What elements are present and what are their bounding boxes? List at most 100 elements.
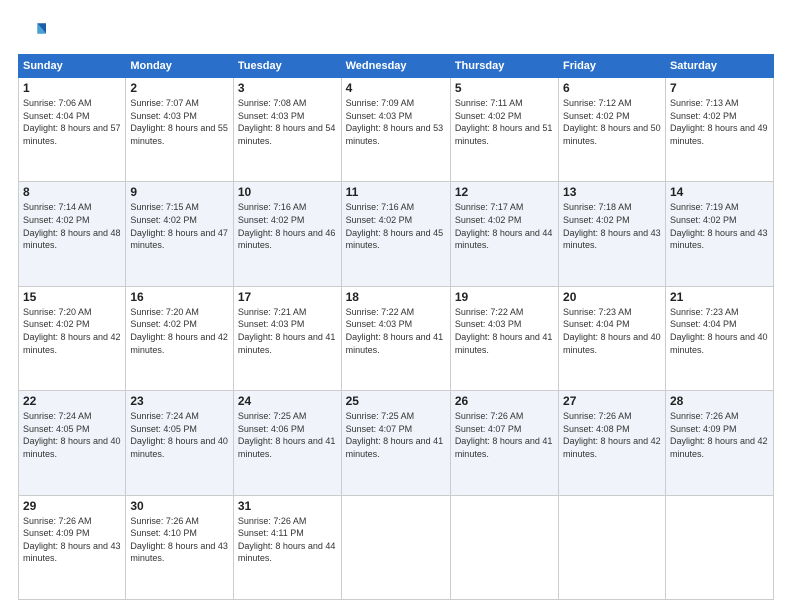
day-info: Sunrise: 7:26 AMSunset: 4:11 PMDaylight:… bbox=[238, 515, 337, 565]
header-saturday: Saturday bbox=[665, 55, 773, 78]
day-info: Sunrise: 7:24 AMSunset: 4:05 PMDaylight:… bbox=[130, 410, 229, 460]
day-number: 19 bbox=[455, 290, 554, 304]
day-cell: 28 Sunrise: 7:26 AMSunset: 4:09 PMDayligh… bbox=[665, 391, 773, 495]
day-info: Sunrise: 7:14 AMSunset: 4:02 PMDaylight:… bbox=[23, 201, 121, 251]
day-info: Sunrise: 7:16 AMSunset: 4:02 PMDaylight:… bbox=[346, 201, 446, 251]
day-cell: 5 Sunrise: 7:11 AMSunset: 4:02 PMDaylight… bbox=[450, 78, 558, 182]
day-number: 15 bbox=[23, 290, 121, 304]
day-cell: 17Sunrise: 7:21 AMSunset: 4:03 PMDayligh… bbox=[233, 286, 341, 390]
calendar: SundayMondayTuesdayWednesdayThursdayFrid… bbox=[18, 54, 774, 600]
day-number: 27 bbox=[563, 394, 661, 408]
day-info: Sunrise: 7:26 AMSunset: 4:09 PMDaylight:… bbox=[23, 515, 121, 565]
day-cell: 4Sunrise: 7:09 AMSunset: 4:03 PMDaylight… bbox=[341, 78, 450, 182]
day-info: Sunrise: 7:21 AMSunset: 4:03 PMDaylight:… bbox=[238, 306, 337, 356]
page: SundayMondayTuesdayWednesdayThursdayFrid… bbox=[0, 0, 792, 612]
day-number: 3 bbox=[238, 81, 337, 95]
day-cell: 7 Sunrise: 7:13 AMSunset: 4:02 PMDaylight… bbox=[665, 78, 773, 182]
day-cell: 18Sunrise: 7:22 AMSunset: 4:03 PMDayligh… bbox=[341, 286, 450, 390]
day-info: Sunrise: 7:11 AMSunset: 4:02 PMDaylight:… bbox=[455, 97, 554, 147]
day-info: Sunrise: 7:22 AMSunset: 4:03 PMDaylight:… bbox=[455, 306, 554, 356]
day-cell: 15Sunrise: 7:20 AMSunset: 4:02 PMDayligh… bbox=[19, 286, 126, 390]
day-cell: 23 Sunrise: 7:24 AMSunset: 4:05 PMDayligh… bbox=[126, 391, 234, 495]
day-cell: 19 Sunrise: 7:22 AMSunset: 4:03 PMDayligh… bbox=[450, 286, 558, 390]
day-number: 26 bbox=[455, 394, 554, 408]
day-cell: 11 Sunrise: 7:16 AMSunset: 4:02 PMDayligh… bbox=[341, 182, 450, 286]
day-cell: 16Sunrise: 7:20 AMSunset: 4:02 PMDayligh… bbox=[126, 286, 234, 390]
day-number: 16 bbox=[130, 290, 229, 304]
day-number: 9 bbox=[130, 185, 229, 199]
week-row-5: 29 Sunrise: 7:26 AMSunset: 4:09 PMDayligh… bbox=[19, 495, 774, 599]
day-info: Sunrise: 7:26 AMSunset: 4:08 PMDaylight:… bbox=[563, 410, 661, 460]
day-number: 18 bbox=[346, 290, 446, 304]
day-number: 24 bbox=[238, 394, 337, 408]
day-number: 23 bbox=[130, 394, 229, 408]
day-info: Sunrise: 7:24 AMSunset: 4:05 PMDaylight:… bbox=[23, 410, 121, 460]
day-cell: 20Sunrise: 7:23 AMSunset: 4:04 PMDayligh… bbox=[559, 286, 666, 390]
day-cell: 31 Sunrise: 7:26 AMSunset: 4:11 PMDayligh… bbox=[233, 495, 341, 599]
day-info: Sunrise: 7:18 AMSunset: 4:02 PMDaylight:… bbox=[563, 201, 661, 251]
day-number: 21 bbox=[670, 290, 769, 304]
day-number: 10 bbox=[238, 185, 337, 199]
day-info: Sunrise: 7:06 AMSunset: 4:04 PMDaylight:… bbox=[23, 97, 121, 147]
day-number: 30 bbox=[130, 499, 229, 513]
day-cell: 24 Sunrise: 7:25 AMSunset: 4:06 PMDayligh… bbox=[233, 391, 341, 495]
day-number: 22 bbox=[23, 394, 121, 408]
header-thursday: Thursday bbox=[450, 55, 558, 78]
day-cell: 3 Sunrise: 7:08 AMSunset: 4:03 PMDaylight… bbox=[233, 78, 341, 182]
day-number: 7 bbox=[670, 81, 769, 95]
logo bbox=[18, 18, 50, 46]
day-cell: 21 Sunrise: 7:23 AMSunset: 4:04 PMDayligh… bbox=[665, 286, 773, 390]
header-friday: Friday bbox=[559, 55, 666, 78]
day-number: 28 bbox=[670, 394, 769, 408]
day-info: Sunrise: 7:25 AMSunset: 4:06 PMDaylight:… bbox=[238, 410, 337, 460]
day-cell: 26Sunrise: 7:26 AMSunset: 4:07 PMDayligh… bbox=[450, 391, 558, 495]
day-number: 11 bbox=[346, 185, 446, 199]
day-number: 31 bbox=[238, 499, 337, 513]
day-cell bbox=[559, 495, 666, 599]
week-row-1: 1Sunrise: 7:06 AMSunset: 4:04 PMDaylight… bbox=[19, 78, 774, 182]
day-cell: 2 Sunrise: 7:07 AMSunset: 4:03 PMDaylight… bbox=[126, 78, 234, 182]
day-number: 12 bbox=[455, 185, 554, 199]
day-number: 2 bbox=[130, 81, 229, 95]
day-info: Sunrise: 7:12 AMSunset: 4:02 PMDaylight:… bbox=[563, 97, 661, 147]
day-number: 14 bbox=[670, 185, 769, 199]
header bbox=[18, 18, 774, 46]
day-info: Sunrise: 7:09 AMSunset: 4:03 PMDaylight:… bbox=[346, 97, 446, 147]
header-tuesday: Tuesday bbox=[233, 55, 341, 78]
header-monday: Monday bbox=[126, 55, 234, 78]
day-number: 13 bbox=[563, 185, 661, 199]
day-info: Sunrise: 7:07 AMSunset: 4:03 PMDaylight:… bbox=[130, 97, 229, 147]
day-info: Sunrise: 7:13 AMSunset: 4:02 PMDaylight:… bbox=[670, 97, 769, 147]
header-sunday: Sunday bbox=[19, 55, 126, 78]
day-info: Sunrise: 7:26 AMSunset: 4:09 PMDaylight:… bbox=[670, 410, 769, 460]
day-number: 8 bbox=[23, 185, 121, 199]
day-cell: 9 Sunrise: 7:15 AMSunset: 4:02 PMDaylight… bbox=[126, 182, 234, 286]
day-cell: 6 Sunrise: 7:12 AMSunset: 4:02 PMDaylight… bbox=[559, 78, 666, 182]
day-cell: 8 Sunrise: 7:14 AMSunset: 4:02 PMDaylight… bbox=[19, 182, 126, 286]
day-cell: 25 Sunrise: 7:25 AMSunset: 4:07 PMDayligh… bbox=[341, 391, 450, 495]
day-number: 6 bbox=[563, 81, 661, 95]
day-number: 29 bbox=[23, 499, 121, 513]
day-info: Sunrise: 7:08 AMSunset: 4:03 PMDaylight:… bbox=[238, 97, 337, 147]
day-cell bbox=[450, 495, 558, 599]
header-wednesday: Wednesday bbox=[341, 55, 450, 78]
day-cell: 10 Sunrise: 7:16 AMSunset: 4:02 PMDayligh… bbox=[233, 182, 341, 286]
day-cell: 12 Sunrise: 7:17 AMSunset: 4:02 PMDayligh… bbox=[450, 182, 558, 286]
day-cell: 27 Sunrise: 7:26 AMSunset: 4:08 PMDayligh… bbox=[559, 391, 666, 495]
week-row-3: 15Sunrise: 7:20 AMSunset: 4:02 PMDayligh… bbox=[19, 286, 774, 390]
day-info: Sunrise: 7:16 AMSunset: 4:02 PMDaylight:… bbox=[238, 201, 337, 251]
week-row-2: 8 Sunrise: 7:14 AMSunset: 4:02 PMDaylight… bbox=[19, 182, 774, 286]
day-info: Sunrise: 7:23 AMSunset: 4:04 PMDaylight:… bbox=[670, 306, 769, 356]
day-cell bbox=[341, 495, 450, 599]
day-info: Sunrise: 7:17 AMSunset: 4:02 PMDaylight:… bbox=[455, 201, 554, 251]
day-cell: 29 Sunrise: 7:26 AMSunset: 4:09 PMDayligh… bbox=[19, 495, 126, 599]
day-info: Sunrise: 7:19 AMSunset: 4:02 PMDaylight:… bbox=[670, 201, 769, 251]
day-info: Sunrise: 7:15 AMSunset: 4:02 PMDaylight:… bbox=[130, 201, 229, 251]
day-cell: 14 Sunrise: 7:19 AMSunset: 4:02 PMDayligh… bbox=[665, 182, 773, 286]
logo-icon bbox=[18, 18, 46, 46]
day-info: Sunrise: 7:25 AMSunset: 4:07 PMDaylight:… bbox=[346, 410, 446, 460]
day-number: 25 bbox=[346, 394, 446, 408]
calendar-header-row: SundayMondayTuesdayWednesdayThursdayFrid… bbox=[19, 55, 774, 78]
day-info: Sunrise: 7:26 AMSunset: 4:10 PMDaylight:… bbox=[130, 515, 229, 565]
day-number: 5 bbox=[455, 81, 554, 95]
